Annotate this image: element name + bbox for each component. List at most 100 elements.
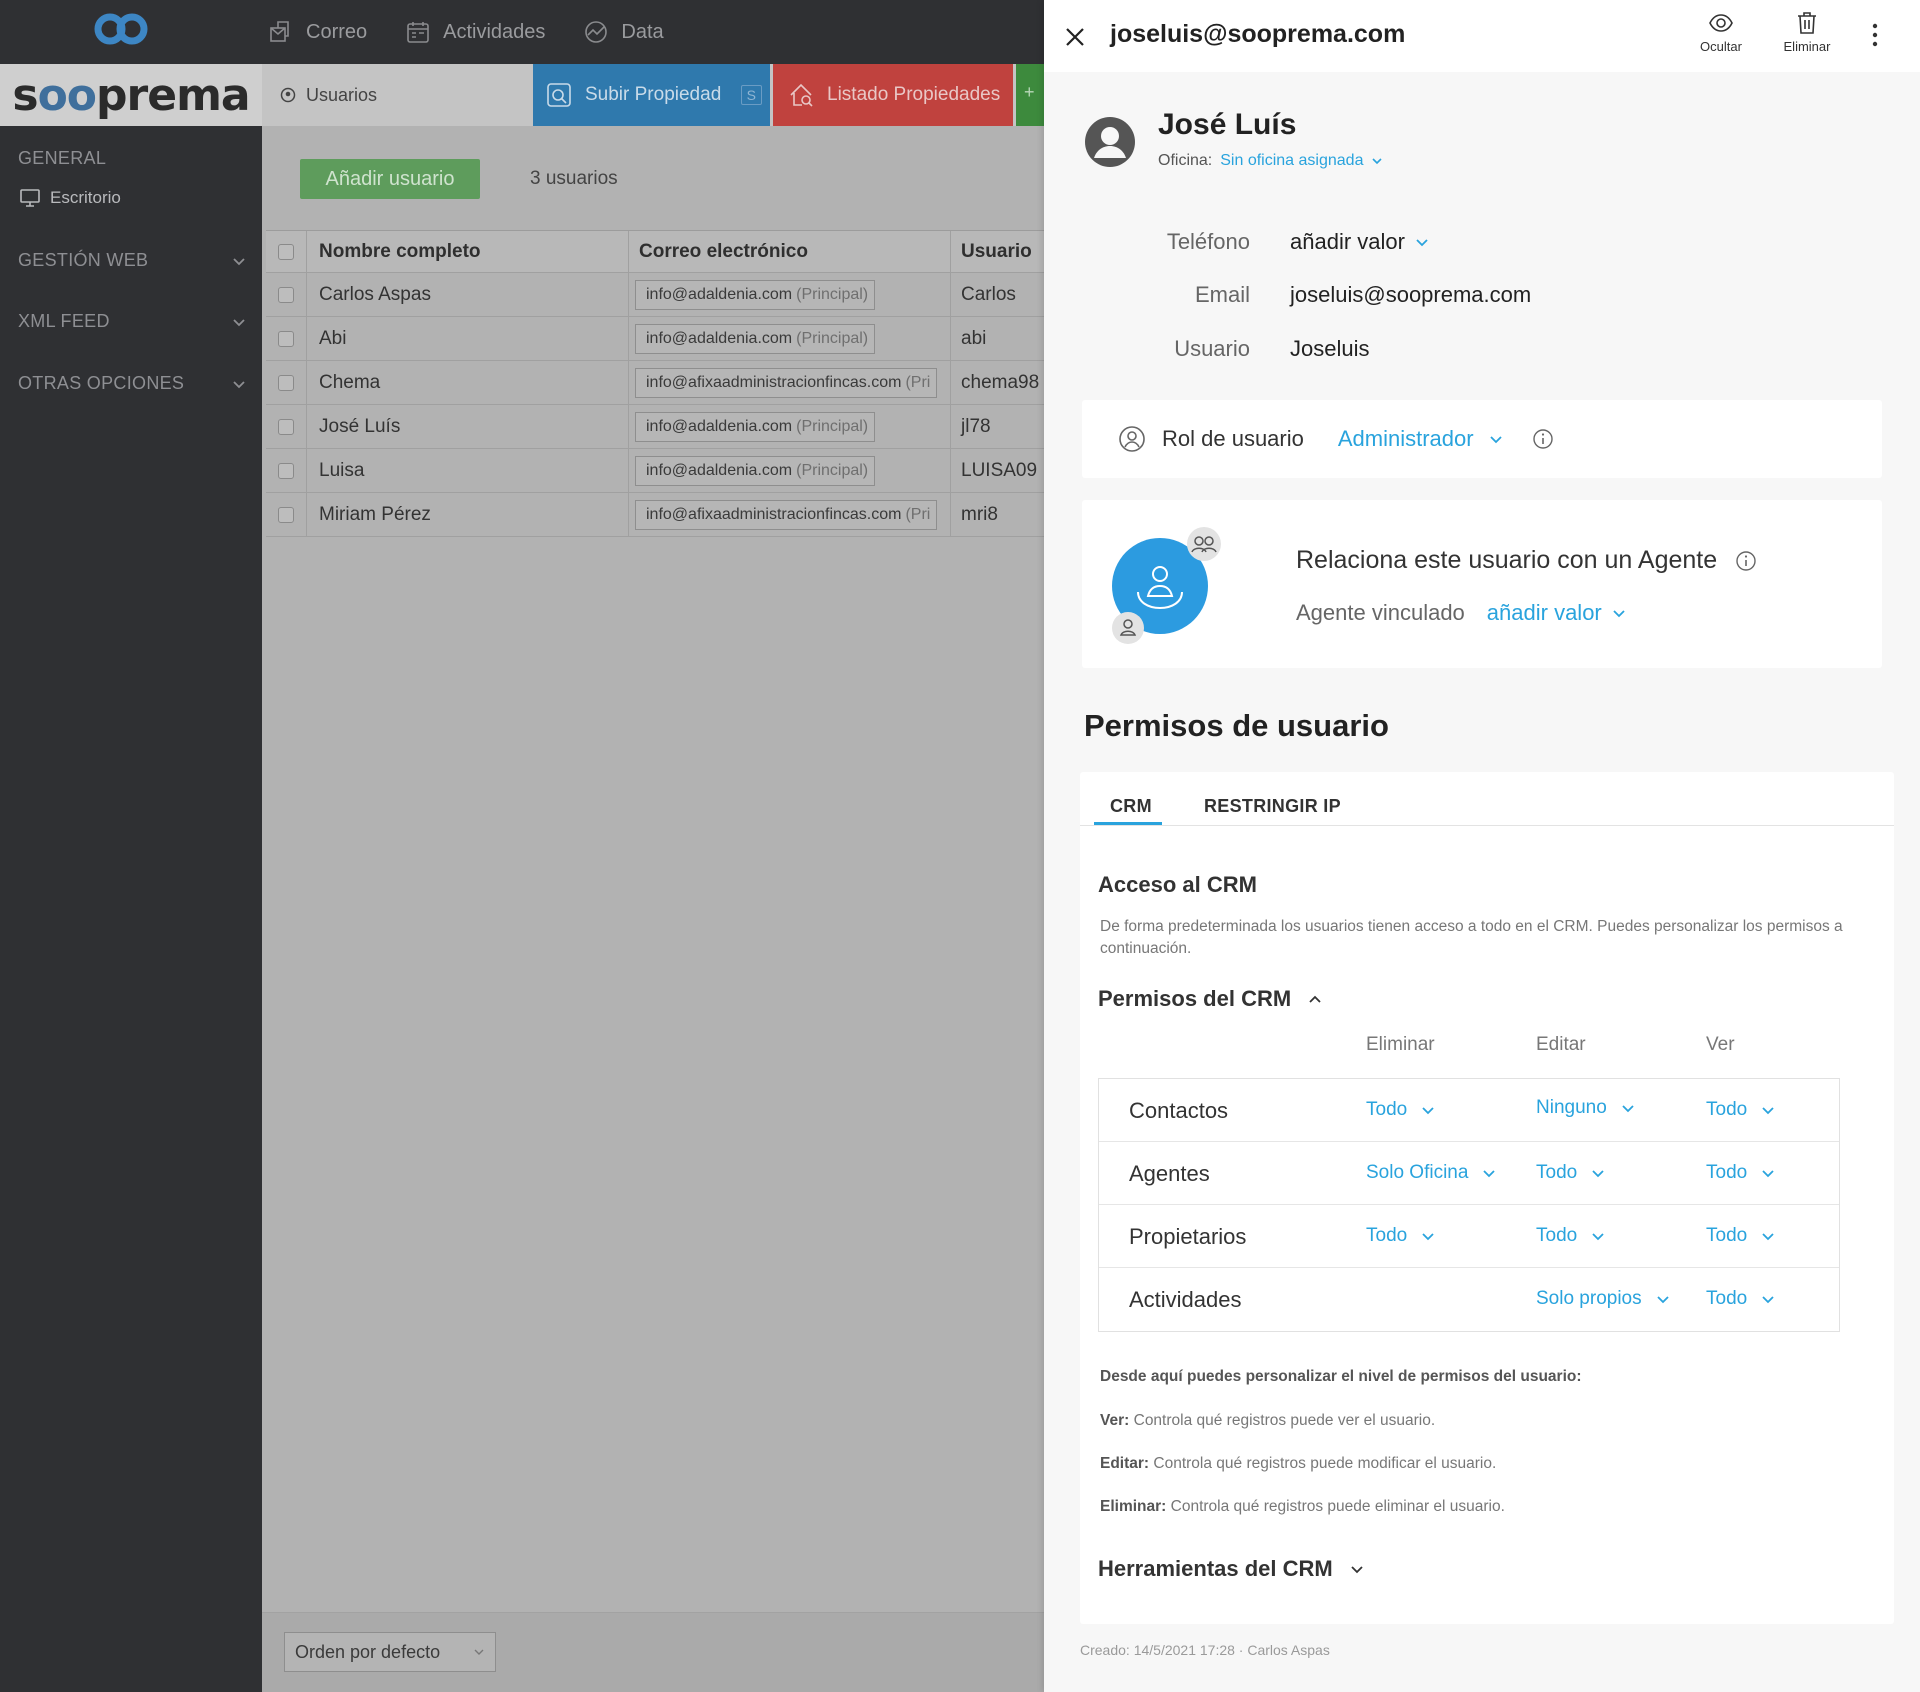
listado-propiedades-button[interactable]: Listado Propiedades (773, 64, 1013, 126)
top-nav: Correo Actividades Data (268, 0, 664, 64)
table-row[interactable]: Chema info@afixaadministracionfincas.com… (266, 361, 1044, 405)
sidebar-section-xml-feed[interactable]: XML FEED (18, 311, 246, 332)
tab-restringir-ip[interactable]: RESTRINGIR IP (1204, 796, 1341, 817)
subir-propiedad-button[interactable]: Subir Propiedad S (533, 64, 770, 126)
permission-view-select[interactable]: Todo (1706, 1288, 1775, 1310)
order-select-value: Orden por defecto (295, 1641, 441, 1662)
topnav-label: Correo (306, 20, 368, 43)
delete-button[interactable]: Eliminar (1772, 10, 1842, 54)
sidebar-section-otras-opciones[interactable]: OTRAS OPCIONES (18, 373, 246, 394)
row-checkbox[interactable] (278, 418, 294, 435)
email-value[interactable]: joseluis@sooprema.com (1290, 282, 1531, 308)
sidebar: GENERAL Escritorio GESTIÓN WEB XML FEED … (0, 126, 262, 1692)
crm-permissions-title: Permisos del CRM (1098, 986, 1292, 1011)
phone-value[interactable]: añadir valor (1290, 229, 1429, 255)
user-count: 3 usuarios (530, 168, 618, 189)
permissions-notes-intro: Desde aquí puedes personalizar el nivel … (1100, 1368, 1582, 1385)
app-logo-icon[interactable] (94, 12, 148, 46)
chevron-down-icon (233, 380, 245, 388)
tab-crm[interactable]: CRM (1110, 796, 1152, 817)
users-table: Nombre completo Correo electrónico Usuar… (266, 230, 1044, 537)
permission-view-select[interactable]: Todo (1706, 1225, 1775, 1247)
table-row[interactable]: Miriam Pérez info@afixaadministracionfin… (266, 493, 1044, 537)
column-header-email[interactable]: Correo electrónico (628, 231, 950, 272)
row-user: Carlos (950, 273, 1044, 316)
sidebar-section-label: GESTIÓN WEB (18, 250, 149, 270)
chevron-up-icon (1309, 995, 1321, 1003)
sidebar-section-gestion-web[interactable]: GESTIÓN WEB (18, 250, 246, 271)
column-header-name[interactable]: Nombre completo (306, 231, 628, 272)
office-label: Oficina: (1158, 152, 1213, 169)
row-name: José Luís (306, 405, 628, 448)
row-checkbox[interactable] (278, 462, 294, 479)
user-circle-icon (280, 87, 296, 103)
listado-label: Listado Propiedades (827, 84, 1001, 105)
topnav-label: Actividades (443, 20, 546, 43)
permission-view-select[interactable]: Todo (1706, 1099, 1775, 1121)
close-icon[interactable] (1064, 26, 1086, 48)
user-role-icon (1119, 426, 1145, 452)
row-user: LUISA09 (950, 449, 1044, 492)
user-avatar-icon (1085, 117, 1135, 167)
field-email: Email joseluis@sooprema.com (1044, 275, 1920, 315)
phone-value-text: añadir valor (1290, 229, 1405, 254)
permission-row-label: Actividades (1129, 1287, 1242, 1312)
main-content: Añadir usuario 3 usuarios Nombre complet… (262, 126, 1044, 1692)
table-row[interactable]: Abi info@adaldenia.com (Principal) abi (266, 317, 1044, 361)
role-select[interactable]: Administrador (1338, 426, 1504, 452)
sidebar-item-escritorio[interactable]: Escritorio (20, 188, 121, 208)
row-email: info@afixaadministracionfincas.com (Pri (635, 499, 938, 530)
chevron-down-icon (1613, 610, 1625, 618)
crm-tools-toggle[interactable]: Herramientas del CRM (1098, 1556, 1365, 1582)
table-row[interactable]: Carlos Aspas info@adaldenia.com (Principa… (266, 273, 1044, 317)
topnav-correo[interactable]: Correo (268, 19, 367, 45)
chevron-down-icon (1416, 239, 1428, 247)
topnav-data[interactable]: Data (583, 19, 664, 45)
topnav-actividades[interactable]: Actividades (405, 19, 545, 45)
office-selector[interactable]: Oficina: Sin oficina asignada (1158, 152, 1383, 170)
upload-house-icon (547, 83, 571, 107)
user-value[interactable]: Joseluis (1290, 336, 1369, 362)
table-row[interactable]: José Luís info@adaldenia.com (Principal) … (266, 405, 1044, 449)
permissions-tabs: CRM RESTRINGIR IP (1080, 772, 1894, 826)
permission-delete-select[interactable]: Todo (1366, 1225, 1435, 1247)
permission-edit-select[interactable]: Todo (1536, 1162, 1605, 1184)
column-ver: Ver (1706, 1034, 1735, 1055)
select-all-checkbox[interactable] (278, 243, 294, 260)
add-user-button[interactable]: Añadir usuario (300, 159, 480, 199)
row-checkbox[interactable] (278, 330, 294, 347)
chevron-down-icon (1762, 1170, 1774, 1178)
topnav-label: Data (621, 20, 664, 43)
agent-card: Relaciona este usuario con un Agente Age… (1082, 500, 1882, 668)
more-options-icon[interactable] (1872, 22, 1878, 48)
permission-delete-select[interactable]: Solo Oficina (1366, 1162, 1496, 1184)
role-label: Rol de usuario (1162, 426, 1304, 451)
column-header-user[interactable]: Usuario (950, 231, 1044, 272)
add-green-button[interactable]: + (1016, 64, 1044, 126)
info-icon[interactable] (1735, 550, 1757, 572)
chevron-down-icon (1489, 436, 1502, 444)
permission-row-contactos: Contactos Todo Ninguno Todo (1099, 1079, 1839, 1142)
field-phone: Teléfono añadir valor (1044, 222, 1920, 262)
hide-button[interactable]: Ocultar (1686, 10, 1756, 54)
row-checkbox[interactable] (278, 374, 294, 391)
row-checkbox[interactable] (278, 286, 294, 303)
permission-edit-select[interactable]: Solo propios (1536, 1288, 1670, 1310)
subir-badge: S (740, 85, 762, 105)
permission-edit-select[interactable]: Ninguno (1536, 1097, 1635, 1119)
created-info: Creado: 14/5/2021 17:28 · Carlos Aspas (1080, 1642, 1330, 1658)
agent-linked-row: Agente vinculado añadir valor (1296, 600, 1626, 626)
brand-logo[interactable]: sooprema (0, 64, 262, 126)
crm-permissions-toggle[interactable]: Permisos del CRM (1098, 986, 1323, 1012)
permission-view-select[interactable]: Todo (1706, 1162, 1775, 1184)
house-search-icon (790, 83, 813, 107)
tab-usuarios[interactable]: Usuarios (280, 64, 377, 126)
info-icon[interactable] (1532, 428, 1554, 450)
agent-linked-select[interactable]: añadir valor (1487, 600, 1626, 626)
permission-delete-select[interactable]: Todo (1366, 1099, 1435, 1121)
row-checkbox[interactable] (278, 506, 294, 523)
permission-edit-select[interactable]: Todo (1536, 1225, 1605, 1247)
office-value[interactable]: Sin oficina asignada (1220, 152, 1363, 170)
order-select[interactable]: Orden por defecto (284, 1632, 496, 1672)
table-row[interactable]: Luisa info@adaldenia.com (Principal) LUIS… (266, 449, 1044, 493)
